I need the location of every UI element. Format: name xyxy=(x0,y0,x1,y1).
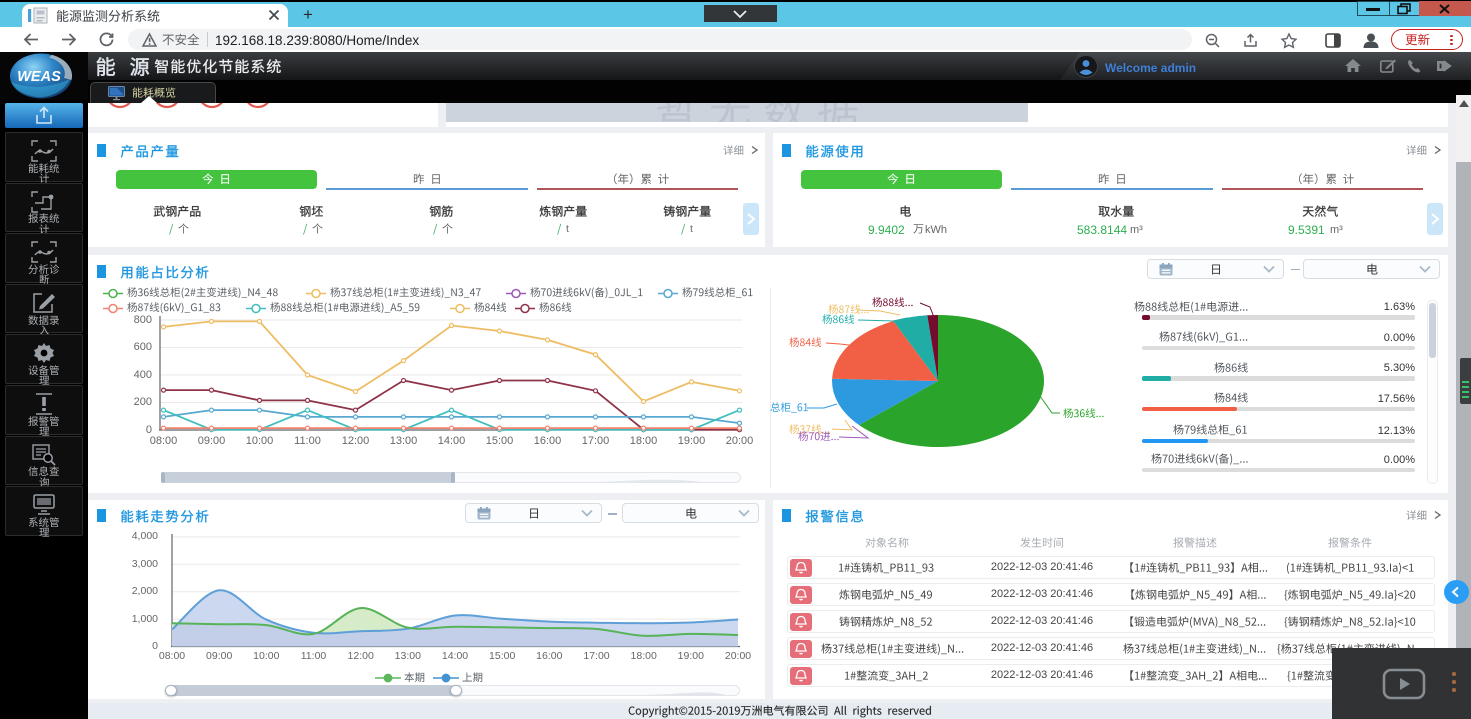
svg-text:WEAS: WEAS xyxy=(17,69,61,85)
